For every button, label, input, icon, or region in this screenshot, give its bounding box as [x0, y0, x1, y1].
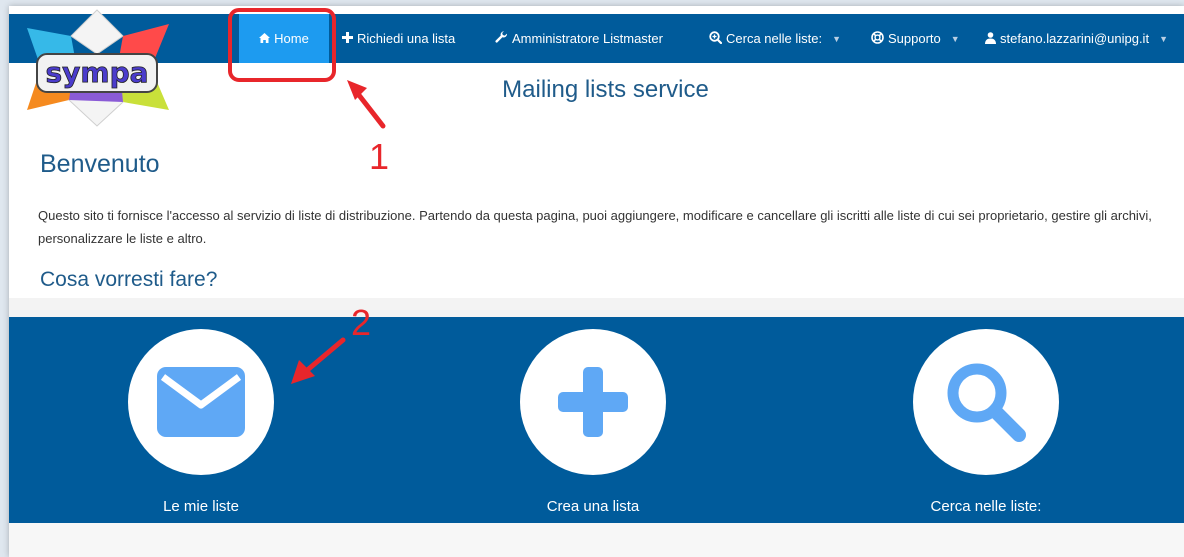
create-list-circle[interactable] — [520, 329, 666, 475]
plus-icon — [342, 32, 353, 45]
actions-band: Le mie liste Crea una lista Cerca nelle … — [9, 317, 1184, 523]
nav-user-menu[interactable]: stefano.lazzarini@unipg.it ▼ — [985, 14, 1168, 63]
envelope-icon — [157, 367, 245, 437]
chevron-down-icon: ▼ — [832, 33, 842, 44]
nav-search-lists[interactable]: Cerca nelle liste: ▼ — [709, 14, 841, 63]
lifebuoy-icon — [871, 31, 884, 46]
annotation-highlight-box — [228, 8, 336, 82]
my-lists-action[interactable]: Le mie liste — [101, 329, 301, 515]
search-lists-label: Cerca nelle liste: — [930, 498, 1042, 515]
search-plus-icon — [709, 31, 723, 46]
nav-search-lists-label: Cerca nelle liste: — [726, 31, 823, 46]
welcome-heading: Benvenuto — [40, 150, 160, 178]
nav-support-label: Supporto — [888, 31, 941, 46]
nav-request-list-label: Richiedi una lista — [357, 31, 456, 46]
nav-request-list[interactable]: Richiedi una lista — [342, 14, 455, 63]
wrench-icon — [495, 31, 508, 46]
annotation-step-2: 2 — [351, 302, 372, 343]
nav-user-label: stefano.lazzarini@unipg.it — [1000, 31, 1150, 46]
search-lists-action[interactable]: Cerca nelle liste: — [886, 329, 1086, 515]
annotation-step-1: 1 — [369, 136, 390, 177]
my-lists-circle[interactable] — [128, 329, 274, 475]
annotation-arrow-2 — [291, 337, 346, 384]
footer-band — [9, 523, 1184, 557]
search-lists-circle[interactable] — [913, 329, 1059, 475]
search-icon — [947, 363, 1026, 442]
chevron-down-icon: ▼ — [950, 33, 960, 44]
page-title: Mailing lists service — [502, 76, 709, 103]
nav-listmaster-admin[interactable]: Amministratore Listmaster — [495, 14, 663, 63]
nav-support[interactable]: Supporto ▼ — [871, 14, 960, 63]
intro-text: Questo sito ti fornisce l'accesso al ser… — [38, 208, 1152, 246]
chevron-down-icon: ▼ — [1159, 33, 1168, 44]
divider-band — [9, 298, 1184, 318]
user-icon — [985, 31, 996, 46]
nav-listmaster-admin-label: Amministratore Listmaster — [512, 31, 663, 46]
create-list-label: Crea una lista — [546, 498, 640, 515]
browser-frame: Home Richiedi una lista Amministratore L… — [9, 6, 1184, 557]
question-heading: Cosa vorresti fare? — [40, 268, 218, 291]
sympa-logo[interactable]: sympa — [19, 6, 174, 128]
plus-icon — [558, 367, 628, 437]
create-list-action[interactable]: Crea una lista — [493, 329, 693, 515]
top-navbar: Home Richiedi una lista Amministratore L… — [9, 14, 1184, 63]
my-lists-label: Le mie liste — [163, 498, 239, 515]
